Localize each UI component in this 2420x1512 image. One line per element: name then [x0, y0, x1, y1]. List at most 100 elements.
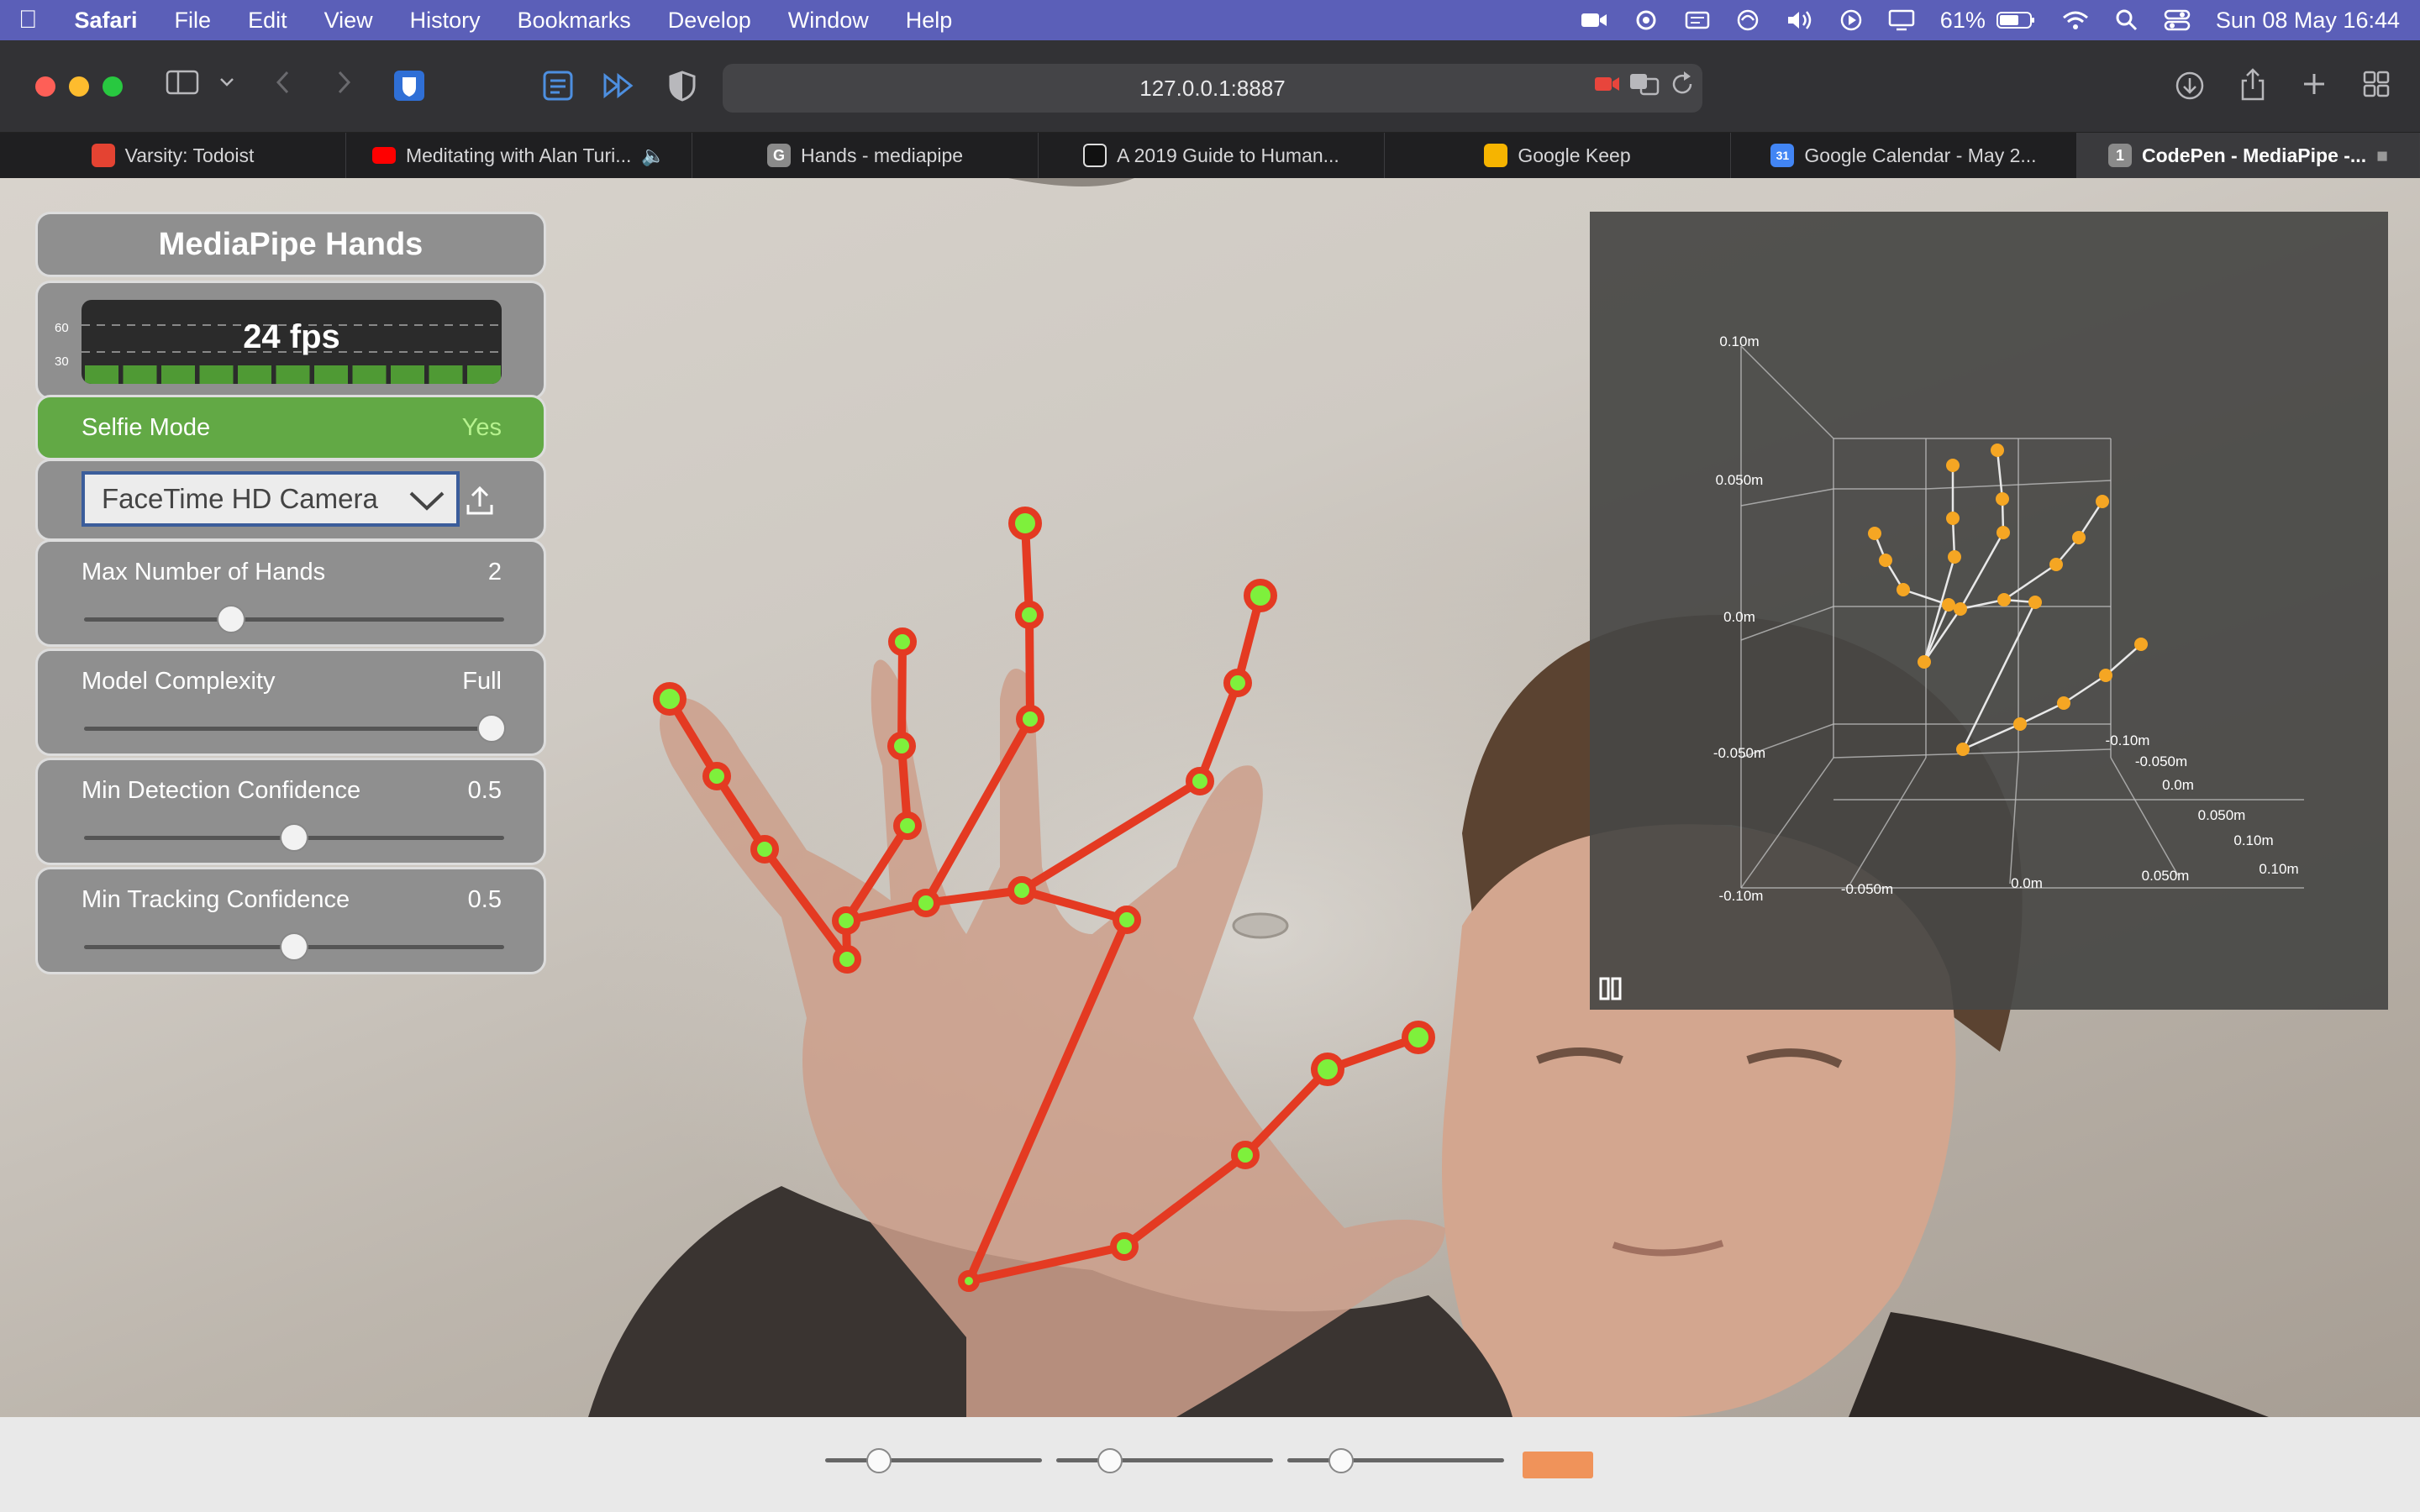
keep-icon [1484, 144, 1508, 167]
menu-history[interactable]: History [392, 8, 499, 34]
back-arrow-icon[interactable] [265, 69, 302, 106]
chevron-down-icon[interactable] [208, 69, 245, 106]
camera-select[interactable]: FaceTime HD Camera [82, 471, 460, 527]
bitwarden-extension-icon[interactable] [391, 69, 428, 106]
hand-connection-line [1025, 611, 1034, 723]
wifi-icon[interactable] [2061, 9, 2090, 31]
sync-icon[interactable] [1735, 8, 1760, 32]
min-detection-slider-knob[interactable] [280, 823, 308, 852]
window-zoom-button[interactable] [103, 76, 123, 97]
plot-grid-line [2009, 757, 2019, 885]
volume-icon[interactable] [1786, 9, 1814, 31]
hand-connection-line [1196, 679, 1242, 785]
fps-bar [199, 365, 234, 384]
plot-z-axis-label: 0.050m [2198, 807, 2246, 823]
min-tracking-slider-knob[interactable] [280, 932, 308, 961]
min-tracking-slider[interactable] [84, 932, 504, 961]
window-close-button[interactable] [35, 76, 55, 97]
address-bar[interactable]: 127.0.0.1:8887 [723, 64, 1702, 113]
new-tab-plus-icon[interactable] [2296, 69, 2333, 106]
max-hands-slider[interactable] [84, 605, 504, 633]
spotlight-search-icon[interactable] [2115, 8, 2139, 32]
fps-bar [161, 365, 195, 384]
window-minimize-button[interactable] [69, 76, 89, 97]
bottom-slider-2-knob[interactable] [1097, 1448, 1123, 1473]
shield-extension-icon[interactable] [664, 69, 701, 106]
menu-edit[interactable]: Edit [229, 8, 306, 34]
pause-icon[interactable] [1598, 976, 1623, 1001]
bottom-slider-1-knob[interactable] [866, 1448, 892, 1473]
speaker-icon[interactable]: 🔈 [641, 144, 666, 167]
camera-in-use-icon[interactable] [1588, 69, 1625, 106]
menu-bookmarks[interactable]: Bookmarks [499, 8, 650, 34]
news-icon[interactable] [1685, 10, 1710, 30]
model-complexity-slider[interactable] [84, 714, 506, 743]
plot-landmark-point [1918, 655, 1931, 669]
tab-youtube[interactable]: Meditating with Alan Turi... 🔈 [346, 133, 692, 178]
menu-file[interactable]: File [156, 8, 230, 34]
bottom-slider-3[interactable] [1287, 1458, 1504, 1462]
tab-label: Varsity: Todoist [124, 144, 255, 166]
play-status-icon[interactable] [1839, 8, 1863, 32]
reload-icon[interactable] [1664, 69, 1701, 106]
tab-todoist[interactable]: Varsity: Todoist [0, 133, 346, 178]
tab-google-keep[interactable]: Google Keep [1385, 133, 1731, 178]
plot-landmark-point [1879, 554, 1892, 567]
bottom-slider-2[interactable] [1056, 1458, 1273, 1462]
display-icon[interactable] [1888, 9, 1915, 31]
panel-title: MediaPipe Hands [158, 227, 424, 262]
selfie-mode-toggle[interactable]: Selfie Mode Yes [35, 395, 546, 460]
fps-axis-lo: 30 [55, 354, 69, 369]
translate-icon[interactable] [1626, 69, 1663, 106]
bottom-slider-1[interactable] [825, 1458, 1042, 1462]
menu-help[interactable]: Help [887, 8, 971, 34]
plot-x-axis-label: 0.0m [2011, 875, 2043, 891]
hand-landmark-point [1223, 669, 1252, 697]
tab-codepen-mediapipe[interactable]: 1 CodePen - MediaPipe -... ■ [2077, 133, 2420, 178]
max-hands-slider-knob[interactable] [217, 605, 245, 633]
hand-connection-line [760, 845, 851, 963]
menu-develop[interactable]: Develop [650, 8, 770, 34]
hand-connection-line [1018, 777, 1204, 895]
control-center-icon[interactable] [2164, 9, 2191, 31]
plot-landmark-point [1954, 602, 1967, 616]
fps-bar [429, 365, 463, 384]
bottom-slider-3-knob[interactable] [1328, 1448, 1354, 1473]
creative-cloud-icon[interactable] [1633, 10, 1660, 30]
camera-status-icon[interactable] [1581, 10, 1607, 30]
plot-y-axis-label: 0.10m [1719, 333, 1759, 349]
hand-landmark-point [958, 1270, 980, 1292]
model-complexity-slider-knob[interactable] [477, 714, 506, 743]
tab-google-calendar[interactable]: 31 Google Calendar - May 2... [1731, 133, 2077, 178]
reader-extension-icon[interactable] [539, 69, 576, 106]
plot-landmark-point [1956, 743, 1970, 756]
bottom-action-button[interactable] [1523, 1452, 1593, 1478]
fast-forward-extension-icon[interactable] [601, 69, 638, 106]
plot-hand-connection [2003, 563, 2057, 601]
upload-icon[interactable] [465, 485, 495, 518]
sidebar-toggle-icon[interactable] [164, 69, 201, 106]
google-icon: G [766, 144, 791, 167]
url-text: 127.0.0.1:8887 [1139, 75, 1286, 101]
fps-bar [123, 365, 157, 384]
menu-view[interactable]: View [306, 8, 392, 34]
hand-landmark-point [1231, 1141, 1260, 1169]
plot-landmark-point [1946, 459, 1960, 472]
menu-app-name[interactable]: Safari [56, 8, 156, 34]
menu-datetime[interactable]: Sun 08 May 16:44 [2216, 8, 2400, 34]
forward-arrow-icon[interactable] [325, 69, 362, 106]
downloads-icon[interactable] [2171, 69, 2208, 106]
hand-landmark-point [1311, 1053, 1344, 1086]
tab-overview-icon[interactable] [2358, 69, 2395, 106]
landmark-3d-plot[interactable]: 0.10m 0.050m 0.0m -0.050m -0.10m -0.050m 0.0m 0… [1590, 212, 2388, 1010]
menu-window[interactable]: Window [770, 8, 887, 34]
apple-menu-icon[interactable]:  [0, 6, 56, 34]
battery-percent: 61% [1939, 7, 1986, 33]
min-detection-slider[interactable] [84, 823, 504, 852]
battery-icon[interactable] [1996, 10, 2036, 30]
tab-medium-article[interactable]: A 2019 Guide to Human... [1039, 133, 1385, 178]
bottom-control-bar [0, 1417, 2420, 1512]
share-icon[interactable] [2234, 67, 2271, 104]
fps-bar [85, 365, 118, 384]
tab-mediapipe-hands[interactable]: G Hands - mediapipe [692, 133, 1039, 178]
